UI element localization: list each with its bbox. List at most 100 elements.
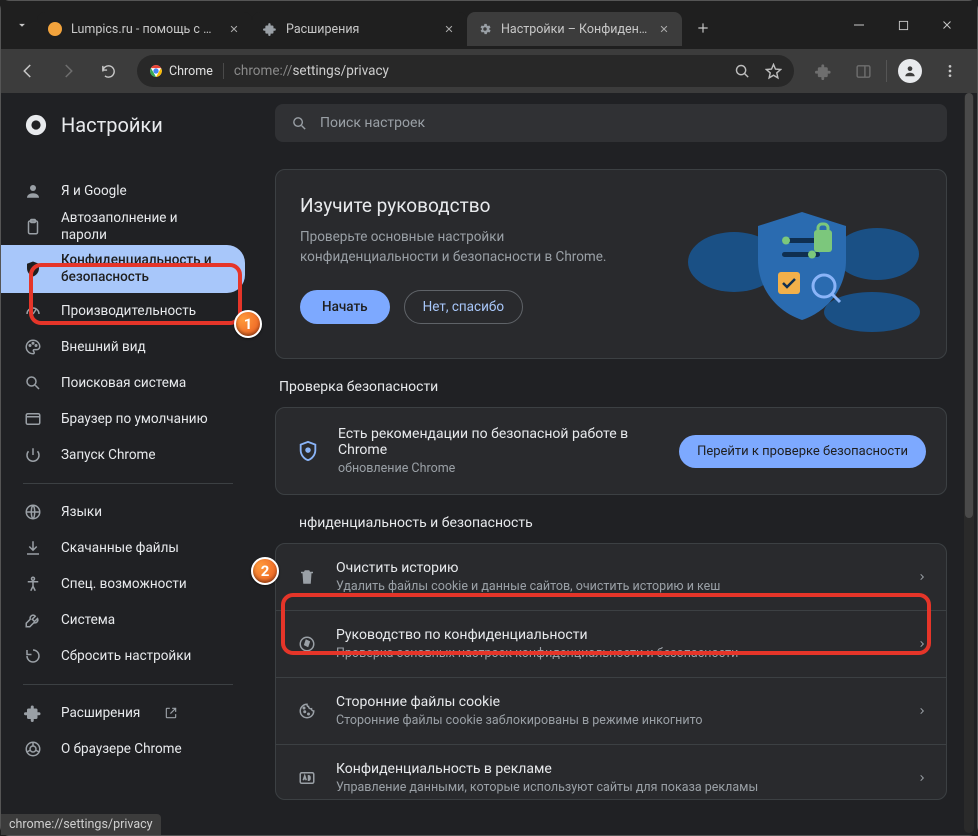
maximize-button[interactable] bbox=[881, 9, 925, 41]
forward-button[interactable] bbox=[51, 54, 85, 88]
sidebar-item-downloads[interactable]: Скачанные файлы bbox=[1, 530, 245, 566]
site-chip: Chrome bbox=[149, 64, 213, 79]
favicon-icon bbox=[47, 21, 63, 37]
external-link-icon bbox=[164, 706, 178, 720]
trash-icon bbox=[296, 566, 318, 588]
close-icon[interactable] bbox=[226, 21, 242, 37]
tab-title: Расширения bbox=[286, 22, 433, 37]
annotation-badge-1: 1 bbox=[234, 310, 262, 338]
sidebar-item-autofill[interactable]: Автозаполнение и пароли bbox=[1, 209, 245, 245]
search-input[interactable]: Поиск настроек bbox=[275, 104, 947, 142]
side-panel-button[interactable] bbox=[846, 54, 880, 88]
tab-title: Настройки – Конфиденциа bbox=[501, 22, 648, 37]
search-icon bbox=[291, 115, 308, 132]
chevron-right-icon bbox=[918, 570, 926, 584]
privacy-guide-card: Изучите руководство Проверьте основные н… bbox=[275, 169, 947, 359]
shield-icon bbox=[296, 439, 320, 463]
puzzle-icon bbox=[23, 703, 43, 723]
gauge-icon bbox=[23, 301, 43, 321]
sidebar-item-appearance[interactable]: Внешний вид bbox=[1, 329, 245, 365]
tab-search-button[interactable] bbox=[7, 10, 37, 40]
settings-page: Настройки Я и Google Автозаполнение и па… bbox=[1, 93, 977, 835]
sidebar-item-privacy[interactable]: Конфиденциальность и безопасность bbox=[1, 245, 245, 293]
chrome-logo-icon bbox=[25, 114, 47, 136]
clipboard-icon bbox=[23, 217, 43, 237]
cookie-icon bbox=[296, 700, 318, 722]
guide-dismiss-button[interactable]: Нет, спасибо bbox=[404, 290, 523, 324]
search-placeholder: Поиск настроек bbox=[320, 115, 425, 131]
tab-lumpics[interactable]: Lumpics.ru - помощь с комп bbox=[37, 12, 252, 46]
safety-check-card: Есть рекомендации по безопасной работе в… bbox=[275, 407, 947, 495]
chevron-right-icon bbox=[918, 637, 926, 651]
divider bbox=[23, 483, 233, 484]
app-header: Настройки bbox=[1, 93, 255, 157]
chevron-right-icon bbox=[918, 704, 926, 718]
guide-illustration bbox=[682, 194, 922, 334]
search-icon[interactable] bbox=[734, 63, 751, 80]
download-icon bbox=[23, 538, 43, 558]
safety-check-button[interactable]: Перейти к проверке безопасности bbox=[679, 435, 926, 468]
ad-icon bbox=[296, 767, 318, 789]
page-title: Настройки bbox=[61, 113, 163, 137]
puzzle-icon bbox=[262, 21, 278, 37]
divider bbox=[23, 684, 233, 685]
globe-icon bbox=[23, 502, 43, 522]
sidebar-item-default-browser[interactable]: Браузер по умолчанию bbox=[1, 401, 245, 437]
guide-subtitle: Проверьте основные настройки конфиденциа… bbox=[300, 227, 640, 268]
accessibility-icon bbox=[23, 574, 43, 594]
privacy-section-header: нфиденциальность и безопасность bbox=[299, 515, 947, 531]
window-controls bbox=[837, 9, 969, 41]
browser-toolbar: Chrome chrome://settings/privacy bbox=[1, 49, 977, 93]
menu-button[interactable] bbox=[933, 54, 967, 88]
sidebar-item-system[interactable]: Система bbox=[1, 602, 245, 638]
close-window-button[interactable] bbox=[925, 9, 969, 41]
vertical-scrollbar[interactable] bbox=[964, 93, 974, 833]
sidebar-item-accessibility[interactable]: Спец. возможности bbox=[1, 566, 245, 602]
close-icon[interactable] bbox=[656, 21, 672, 37]
address-bar[interactable]: Chrome chrome://settings/privacy bbox=[137, 55, 794, 87]
guide-start-button[interactable]: Начать bbox=[300, 290, 390, 324]
sidebar-item-languages[interactable]: Языки bbox=[1, 494, 245, 530]
chrome-icon bbox=[23, 739, 43, 759]
person-icon bbox=[23, 181, 43, 201]
tab-settings[interactable]: Настройки – Конфиденциа bbox=[467, 12, 682, 46]
status-bar-url: chrome://settings/privacy bbox=[1, 814, 161, 835]
search-icon bbox=[23, 373, 43, 393]
sidebar: Настройки Я и Google Автозаполнение и па… bbox=[1, 93, 255, 835]
sidebar-item-on-startup[interactable]: Запуск Chrome bbox=[1, 437, 245, 473]
tab-title: Lumpics.ru - помощь с комп bbox=[71, 22, 218, 37]
close-icon[interactable] bbox=[441, 21, 457, 37]
new-tab-button[interactable] bbox=[688, 13, 718, 43]
bookmark-icon[interactable] bbox=[765, 63, 782, 80]
row-privacy-guide[interactable]: Руководство по конфиденциальностиПроверк… bbox=[276, 610, 946, 677]
sidebar-item-reset[interactable]: Сбросить настройки bbox=[1, 638, 245, 674]
palette-icon bbox=[23, 337, 43, 357]
sidebar-item-about[interactable]: О браузере Chrome bbox=[1, 731, 245, 767]
row-clear-browsing-data[interactable]: Очистить историюУдалить файлы cookie и д… bbox=[276, 544, 946, 610]
browser-icon bbox=[23, 409, 43, 429]
minimize-button[interactable] bbox=[837, 9, 881, 41]
compass-icon bbox=[296, 633, 318, 655]
profile-button[interactable] bbox=[893, 54, 927, 88]
privacy-rows-card: Очистить историюУдалить файлы cookie и д… bbox=[275, 543, 947, 800]
sidebar-item-performance[interactable]: Производительность bbox=[1, 293, 245, 329]
tab-extensions[interactable]: Расширения bbox=[252, 12, 467, 46]
extensions-button[interactable] bbox=[806, 54, 840, 88]
shield-icon bbox=[23, 259, 43, 279]
window-titlebar: Lumpics.ru - помощь с комп Расширения На… bbox=[1, 1, 977, 49]
guide-title: Изучите руководство bbox=[300, 194, 664, 217]
row-ad-privacy[interactable]: Конфиденциальность в рекламеУправление д… bbox=[276, 744, 946, 799]
sidebar-item-you-and-google[interactable]: Я и Google bbox=[1, 173, 245, 209]
back-button[interactable] bbox=[11, 54, 45, 88]
sidebar-item-search-engine[interactable]: Поисковая система bbox=[1, 365, 245, 401]
url-text: chrome://settings/privacy bbox=[234, 63, 389, 79]
sidebar-item-extensions[interactable]: Расширения bbox=[1, 695, 245, 731]
chevron-right-icon bbox=[918, 771, 926, 785]
reload-button[interactable] bbox=[91, 54, 125, 88]
safety-title: Есть рекомендации по безопасной работе в… bbox=[338, 426, 661, 458]
safety-section-header: Проверка безопасности bbox=[279, 379, 947, 395]
row-third-party-cookies[interactable]: Сторонние файлы cookieСторонние файлы co… bbox=[276, 677, 946, 744]
reset-icon bbox=[23, 646, 43, 666]
main-panel: Поиск настроек Изучите руководство Прове… bbox=[255, 93, 977, 835]
scrollbar-thumb[interactable] bbox=[965, 93, 973, 518]
